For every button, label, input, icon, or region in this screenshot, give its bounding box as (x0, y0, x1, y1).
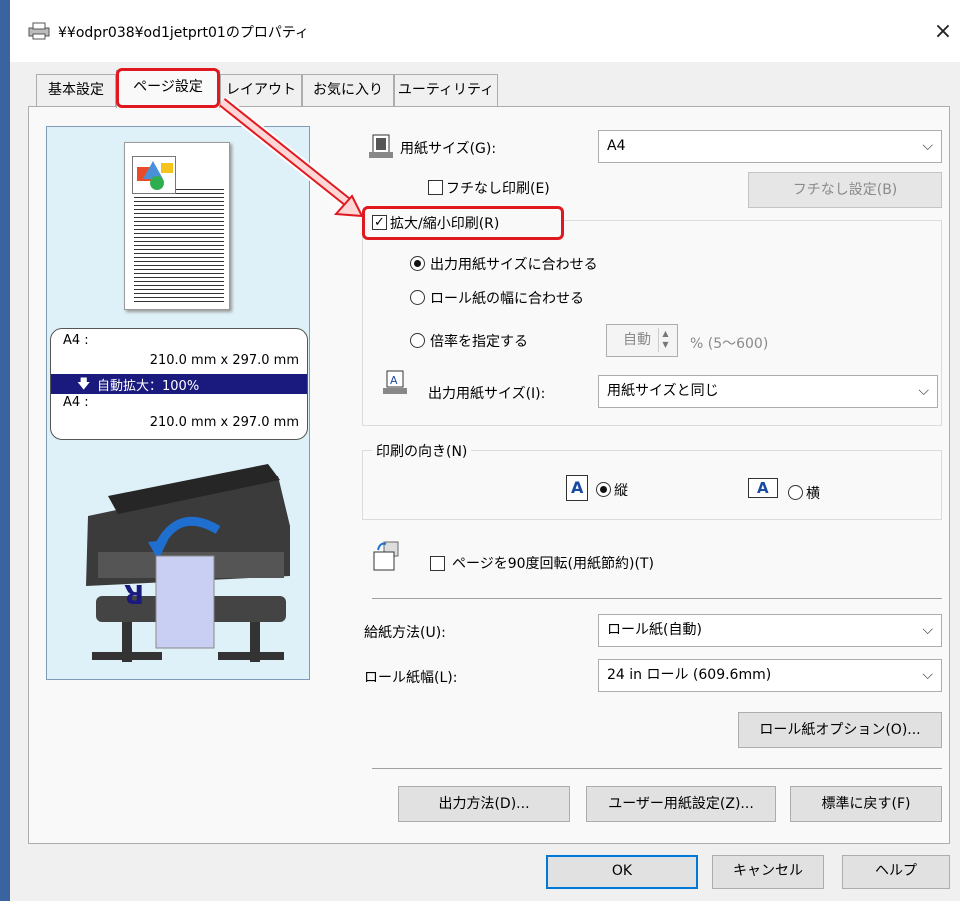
annotation-arrow (217, 96, 364, 218)
tab-highlight (116, 68, 220, 108)
